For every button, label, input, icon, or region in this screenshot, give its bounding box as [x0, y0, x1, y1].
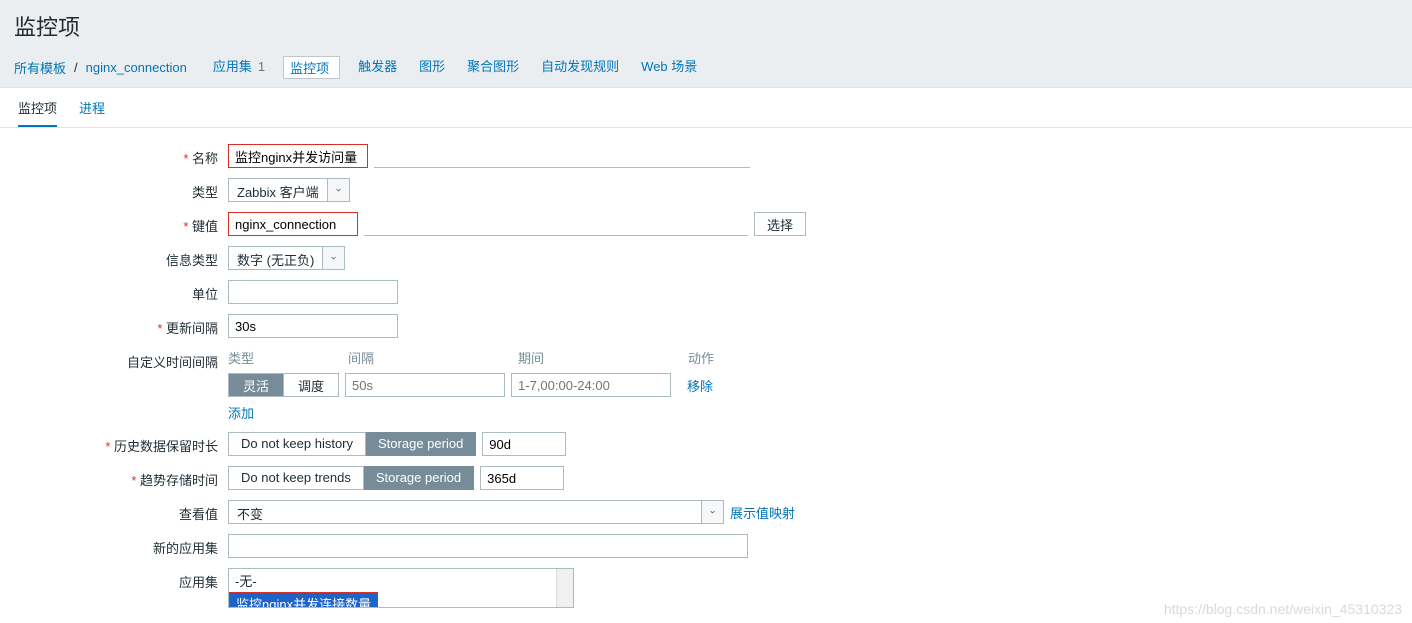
nav-discovery[interactable]: 自动发现规则 [541, 56, 619, 79]
label-trend: 趋势存储时间 [0, 466, 228, 489]
chevron-down-icon [322, 247, 344, 269]
breadcrumb: 所有模板 / nginx_connection 应用集1 监控项 触发器 图形 … [14, 56, 1398, 79]
info-type-select[interactable]: 数字 (无正负) [228, 246, 345, 270]
new-app-field[interactable] [228, 534, 748, 558]
nav-graphs[interactable]: 图形 [419, 56, 445, 79]
col-period: 期间 [518, 348, 688, 367]
label-view-value: 查看值 [0, 500, 228, 523]
col-interval: 间隔 [348, 348, 518, 367]
label-type: 类型 [0, 178, 228, 201]
remove-interval-link[interactable]: 移除 [687, 376, 713, 395]
label-update-interval: 更新间隔 [0, 314, 228, 337]
select-key-button[interactable]: 选择 [754, 212, 806, 236]
watermark: https://blog.csdn.net/weixin_45310323 [1164, 601, 1402, 617]
nav-screens[interactable]: 聚合图形 [467, 56, 519, 79]
app-option-selected[interactable]: 监控nginx并发连接数量 [229, 592, 378, 608]
info-type-value: 数字 (无正负) [229, 247, 322, 269]
app-option-none[interactable]: -无- [229, 569, 573, 592]
label-name: 名称 [0, 144, 228, 167]
col-type: 类型 [228, 348, 348, 367]
key-field[interactable] [228, 212, 358, 236]
nav-app-sets[interactable]: 应用集 [213, 59, 252, 74]
tab-items[interactable]: 监控项 [18, 98, 57, 127]
nav-triggers[interactable]: 触发器 [358, 56, 397, 79]
nav-web[interactable]: Web 场景 [641, 56, 697, 79]
tab-process[interactable]: 进程 [79, 98, 105, 127]
label-info-type: 信息类型 [0, 246, 228, 269]
update-interval-field[interactable] [228, 314, 398, 338]
label-history: 历史数据保留时长 [0, 432, 228, 455]
view-value-text: 不变 [229, 501, 271, 523]
label-key: 键值 [0, 212, 228, 235]
interval-sched-button[interactable]: 调度 [283, 374, 338, 396]
interval-type-segment[interactable]: 灵活 调度 [228, 373, 339, 397]
trend-value-field[interactable] [480, 466, 564, 490]
name-field[interactable] [228, 144, 368, 168]
label-unit: 单位 [0, 280, 228, 303]
scrollbar[interactable] [556, 569, 573, 607]
type-select[interactable]: Zabbix 客户端 [228, 178, 350, 202]
chevron-down-icon [701, 501, 723, 523]
breadcrumb-sep: / [74, 60, 78, 75]
history-value-field[interactable] [482, 432, 566, 456]
show-value-map-link[interactable]: 展示值映射 [730, 503, 795, 522]
nav-items[interactable]: 监控项 [290, 58, 329, 77]
label-new-app: 新的应用集 [0, 534, 228, 557]
breadcrumb-template[interactable]: nginx_connection [86, 60, 187, 75]
period-field[interactable] [511, 373, 671, 397]
col-action: 动作 [688, 348, 748, 367]
view-value-select[interactable]: 不变 [228, 500, 724, 524]
app-listbox[interactable]: -无- 监控nginx并发连接数量 [228, 568, 574, 608]
page-title: 监控项 [14, 10, 1398, 42]
history-no-keep[interactable]: Do not keep history [228, 432, 366, 456]
nav-app-sets-count: 1 [258, 59, 265, 74]
add-interval-link[interactable]: 添加 [228, 406, 254, 421]
history-storage-period[interactable]: Storage period [366, 432, 476, 456]
interval-flex-button[interactable]: 灵活 [229, 374, 283, 396]
trend-storage-period[interactable]: Storage period [364, 466, 474, 490]
label-custom-interval: 自定义时间间隔 [0, 348, 228, 371]
interval-field[interactable] [345, 373, 505, 397]
type-value: Zabbix 客户端 [229, 179, 327, 201]
label-app: 应用集 [0, 568, 228, 591]
chevron-down-icon [327, 179, 349, 201]
breadcrumb-all-templates[interactable]: 所有模板 [14, 58, 66, 77]
trend-no-keep[interactable]: Do not keep trends [228, 466, 364, 490]
unit-field[interactable] [228, 280, 398, 304]
